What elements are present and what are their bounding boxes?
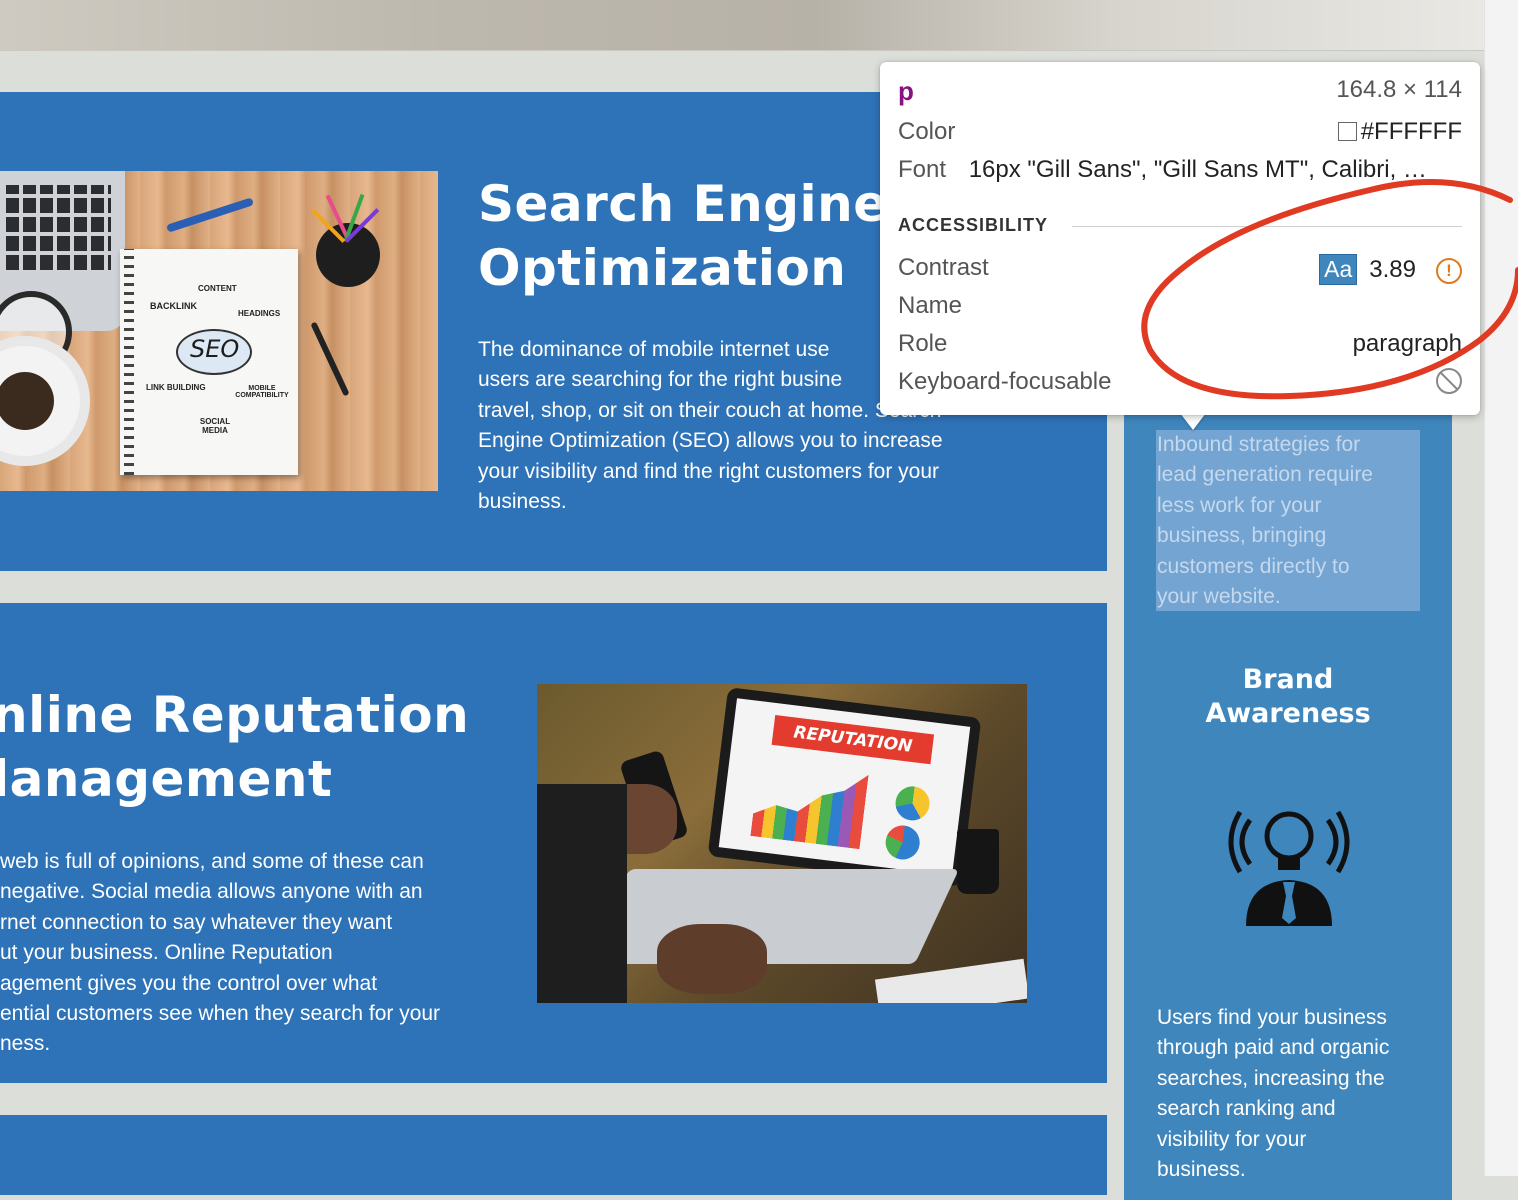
notebook-label: HEADINGS: [238, 309, 281, 318]
text-line: lead generation require: [1157, 463, 1373, 487]
text-line: travel, shop, or sit on their couch at h…: [478, 398, 942, 422]
mug: [957, 829, 999, 894]
notebook-label: LINK BUILDING: [146, 383, 206, 392]
element-tag: p: [898, 76, 914, 106]
color-value: #FFFFFF: [1360, 118, 1462, 145]
red-annotation-circle: [1141, 179, 1518, 400]
name-label: Name: [898, 292, 963, 319]
text-line: Inbound strategies for: [1157, 433, 1361, 456]
pie-graphic: [883, 823, 922, 862]
notebook-label: BACKLINK: [150, 301, 197, 311]
text-line: ut your business. Online Reputation: [0, 941, 333, 965]
text-line: Engine Optimization (SEO) allows you to …: [478, 429, 943, 453]
text-line: agement gives you the control over what: [0, 971, 378, 995]
hand: [657, 924, 767, 994]
text-line: your visibility and find the right custo…: [478, 459, 940, 483]
reputation-title-line: lanagement: [0, 750, 333, 808]
text-line: your website.: [1157, 585, 1281, 609]
reputation-photo: REPUTATION: [537, 684, 1027, 1003]
reputation-banner: REPUTATION: [771, 715, 935, 765]
banner-text: REPUTATION: [792, 722, 914, 757]
color-row: Color #FFFFFF: [898, 118, 1462, 146]
bar-graphic: [750, 761, 868, 849]
services-sidebar: Inbound strategies for lead generation r…: [1124, 300, 1452, 1200]
seo-title-line: Search Engine: [478, 175, 888, 233]
reputation-title: nline Reputation lanagement: [0, 683, 469, 811]
color-swatch-icon: [1337, 122, 1357, 141]
text-line: users are searching for the right busine: [478, 368, 843, 392]
element-size: 164.8 × 114: [1336, 76, 1462, 103]
seo-description: The dominance of mobile internet use use…: [478, 335, 943, 517]
next-section: [0, 1115, 1107, 1195]
text-line: searches, increasing the: [1157, 1066, 1385, 1090]
header-photo-strip: [0, 0, 1484, 51]
title-line: Awareness: [1205, 698, 1371, 729]
text-line: through paid and organic: [1157, 1036, 1390, 1060]
pen: [310, 321, 350, 397]
pie-graphic: [893, 784, 932, 823]
notebook-label: SOCIAL MEDIA: [199, 417, 231, 435]
text-line: rnet connection to say whatever they wan…: [0, 910, 393, 934]
text-line: ential customers see when they search fo…: [0, 1002, 441, 1026]
text-line: negative. Social media allows anyone wit…: [0, 880, 423, 904]
seo-photo: CONTENT BACKLINK HEADINGS SEO LINK BUILD…: [0, 171, 438, 491]
reputation-description: web is full of opinions, and some of the…: [0, 847, 440, 1060]
brand-awareness-title: Brand Awareness: [1124, 663, 1452, 731]
text-line: visibility for your: [1157, 1127, 1307, 1151]
sleeve: [537, 784, 627, 1003]
seo-notebook: CONTENT BACKLINK HEADINGS SEO LINK BUILD…: [120, 249, 298, 475]
reputation-title-line: nline Reputation: [0, 686, 470, 744]
coffee-cup: [0, 346, 80, 456]
text-line: Users find your business: [1157, 1006, 1387, 1029]
contrast-label: Contrast: [898, 254, 989, 281]
laptop-base: [584, 869, 960, 964]
text-line: less work for your: [1157, 493, 1322, 517]
tablet: [874, 958, 1027, 1003]
color-label: Color: [898, 118, 956, 145]
text-line: business.: [478, 490, 567, 514]
text-line: customers directly to: [1157, 554, 1350, 578]
seo-title-line: Optimization: [478, 239, 847, 297]
color-value-wrap: #FFFFFF: [1337, 118, 1462, 146]
text-line: web is full of opinions, and some of the…: [0, 850, 424, 873]
pencil-cup: [310, 193, 380, 287]
focusable-label: Keyboard-focusable: [898, 368, 1112, 395]
text-line: The dominance of mobile internet use: [478, 338, 830, 361]
text-line: ness.: [0, 1032, 51, 1056]
blue-marker: [165, 197, 255, 233]
role-label: Role: [898, 330, 948, 357]
brand-awareness-description: Users find your business through paid an…: [1157, 1003, 1427, 1185]
inbound-description: Inbound strategies for lead generation r…: [1157, 430, 1427, 612]
notebook-label: MOBILE COMPATIBILITY: [235, 385, 289, 399]
notebook-label: CONTENT: [198, 284, 237, 293]
title-line: Brand: [1242, 664, 1334, 695]
laptop-screen: REPUTATION: [707, 687, 982, 887]
text-line: search ranking and: [1157, 1097, 1336, 1121]
text-line: business, bringing: [1157, 524, 1327, 548]
lightbulb-person-icon: [1228, 810, 1350, 926]
seo-title: Search Engine Optimization: [478, 172, 888, 300]
reputation-section: nline Reputation lanagement web is full …: [0, 603, 1107, 1083]
accessibility-heading: ACCESSIBILITY: [898, 215, 1049, 235]
font-label: Font: [898, 156, 947, 183]
text-line: business.: [1157, 1158, 1246, 1182]
notebook-label: SEO: [190, 335, 240, 363]
